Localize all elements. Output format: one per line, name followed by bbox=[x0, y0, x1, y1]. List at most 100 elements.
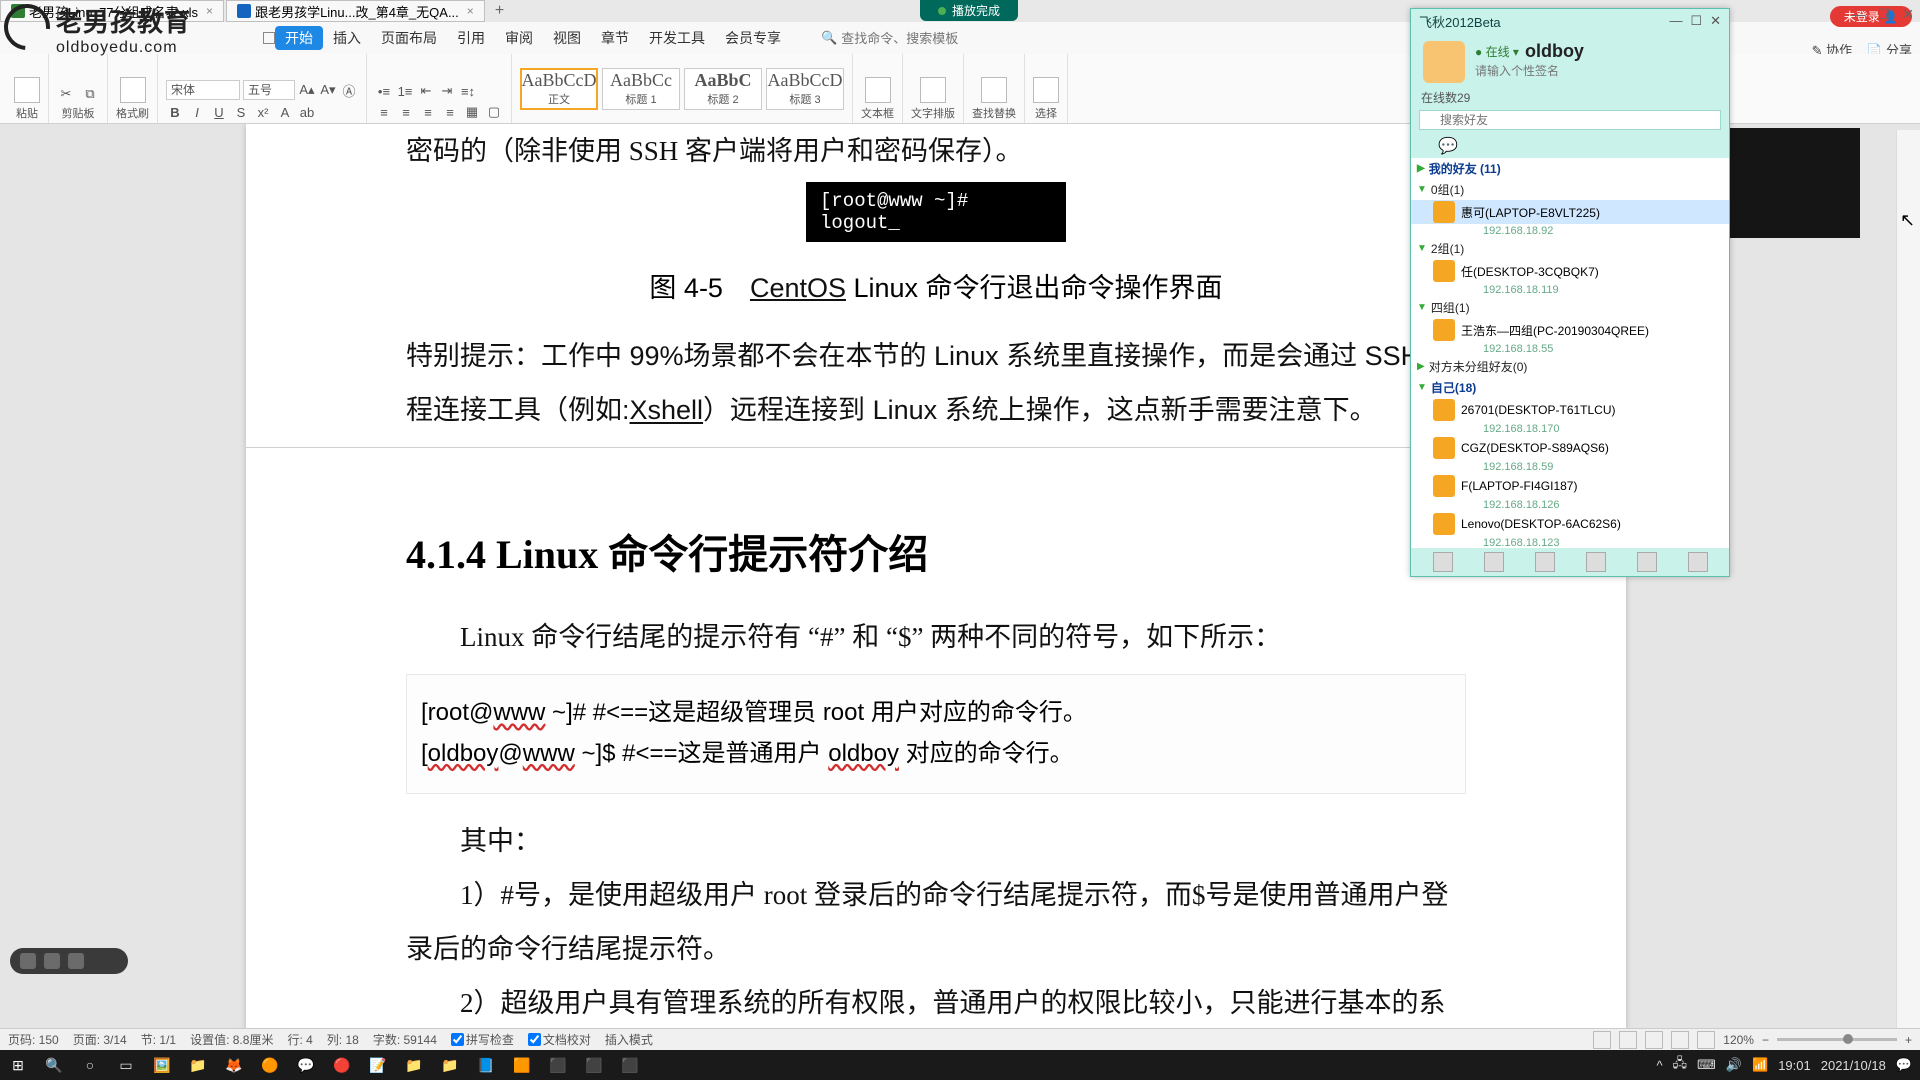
friend-f[interactable]: F(LAPTOP-FI4GI187) bbox=[1411, 474, 1729, 498]
menu-vip[interactable]: 会员专享 bbox=[715, 26, 791, 50]
app-10-icon[interactable]: 📘 bbox=[468, 1050, 504, 1080]
align-center-icon[interactable]: ≡ bbox=[397, 103, 415, 121]
s5-icon[interactable] bbox=[1680, 136, 1702, 154]
select-group[interactable]: 选择 bbox=[1025, 54, 1068, 123]
justify-icon[interactable]: ≡ bbox=[441, 103, 459, 121]
menu-start[interactable]: 开始 bbox=[275, 26, 323, 50]
xshell-link[interactable]: Xshell bbox=[630, 395, 704, 425]
highlight-button[interactable]: ab bbox=[298, 103, 316, 121]
bb5-icon[interactable] bbox=[1637, 552, 1657, 572]
friend-search-input[interactable] bbox=[1419, 110, 1721, 130]
bb6-icon[interactable] bbox=[1688, 552, 1708, 572]
app-14-icon[interactable]: ⬛ bbox=[612, 1050, 648, 1080]
friend-26701[interactable]: 26701(DESKTOP-T61TLCU) bbox=[1411, 398, 1729, 422]
superscript-button[interactable]: x² bbox=[254, 103, 272, 121]
group-4[interactable]: ▼四组(1) bbox=[1411, 297, 1729, 318]
paste-button[interactable] bbox=[14, 77, 40, 103]
app-6-icon[interactable]: 🔴 bbox=[324, 1050, 360, 1080]
view-mode-4-icon[interactable] bbox=[1671, 1031, 1689, 1049]
minimize-icon[interactable]: — bbox=[1852, 6, 1866, 23]
app-11-icon[interactable]: 🟧 bbox=[504, 1050, 540, 1080]
underline-button[interactable]: U bbox=[210, 103, 228, 121]
system-tray[interactable]: ^ 🖧 ⌨ 🔊 📶 19:01 2021/10/18 💬 bbox=[1656, 1054, 1920, 1076]
tray-net-icon[interactable]: 🖧 bbox=[1673, 1054, 1688, 1076]
bb1-icon[interactable] bbox=[1433, 552, 1453, 572]
menu-review[interactable]: 审阅 bbox=[495, 26, 543, 50]
copy-icon[interactable]: ⧉ bbox=[81, 85, 99, 103]
zoom-value[interactable]: 120% bbox=[1723, 1033, 1754, 1047]
close-icon[interactable]: ✕ bbox=[1902, 6, 1914, 23]
doc-fix[interactable]: 文档校对 bbox=[528, 1031, 591, 1048]
zoom-in-icon[interactable]: + bbox=[1905, 1033, 1912, 1047]
style-h1[interactable]: AaBbCc标题 1 bbox=[602, 68, 680, 110]
textbox-group[interactable]: 文本框 bbox=[853, 54, 903, 123]
clear-format-icon[interactable]: Ⓐ bbox=[340, 81, 358, 99]
shrink-font-icon[interactable]: A▾ bbox=[319, 81, 337, 99]
taskbar[interactable]: ⊞ 🔍 ○ ▭ 🖼️ 📁 🦊 🟠 💬 🔴 📝 📁 📁 📘 🟧 ⬛ ⬛ ⬛ ^ 🖧… bbox=[0, 1050, 1920, 1080]
tray-up-icon[interactable]: ^ bbox=[1656, 1058, 1662, 1073]
close-icon[interactable]: × bbox=[467, 4, 474, 18]
signature-input[interactable]: 请输入个性签名 bbox=[1475, 62, 1584, 79]
new-tab-button[interactable]: + bbox=[487, 0, 512, 22]
start-button[interactable]: ⊞ bbox=[0, 1050, 36, 1080]
app-13-icon[interactable]: ⬛ bbox=[576, 1050, 612, 1080]
view-mode-1-icon[interactable] bbox=[1593, 1031, 1611, 1049]
style-h3[interactable]: AaBbCcD标题 3 bbox=[766, 68, 844, 110]
app-3-icon[interactable]: 🦊 bbox=[216, 1050, 252, 1080]
feiqiu-titlebar[interactable]: 飞秋2012Beta —☐✕ bbox=[1411, 9, 1729, 33]
numbering-icon[interactable]: 1≡ bbox=[396, 82, 414, 100]
friend-cgz[interactable]: CGZ(DESKTOP-S89AQS6) bbox=[1411, 436, 1729, 460]
max-icon[interactable]: ☐ bbox=[1690, 13, 1702, 28]
side-panel-strip[interactable] bbox=[1896, 130, 1920, 1028]
notification-icon[interactable]: 💬 bbox=[1896, 1057, 1912, 1073]
cut-icon[interactable]: ✂ bbox=[57, 85, 75, 103]
spell-check[interactable]: 拼写检查 bbox=[451, 1031, 514, 1048]
align-left-icon[interactable]: ≡ bbox=[375, 103, 393, 121]
zoom-out-icon[interactable]: − bbox=[1762, 1033, 1769, 1047]
app-9-icon[interactable]: 📁 bbox=[432, 1050, 468, 1080]
online-status[interactable]: ● 在线 ▾ bbox=[1475, 43, 1519, 60]
tab-word-active[interactable]: 跟老男孩学Linu...改_第4章_无QA...× bbox=[226, 0, 485, 22]
overtype-mode[interactable]: 插入模式 bbox=[605, 1031, 653, 1048]
zoom-thumb[interactable] bbox=[1843, 1034, 1853, 1044]
font-name-combo[interactable]: 宋体 bbox=[166, 80, 240, 100]
style-h2[interactable]: AaBbC标题 2 bbox=[684, 68, 762, 110]
menu-view[interactable]: 视图 bbox=[543, 26, 591, 50]
status-page[interactable]: 页码: 150 bbox=[8, 1031, 59, 1048]
search-input[interactable] bbox=[841, 31, 961, 46]
bb3-icon[interactable] bbox=[1535, 552, 1555, 572]
view-mode-5-icon[interactable] bbox=[1697, 1031, 1715, 1049]
group-2[interactable]: ▼2组(1) bbox=[1411, 238, 1729, 259]
group-unsorted[interactable]: ▶对方未分组好友(0) bbox=[1411, 356, 1729, 377]
search-taskbar-icon[interactable]: 🔍 bbox=[36, 1050, 72, 1080]
bullets-icon[interactable]: •≡ bbox=[375, 82, 393, 100]
friend-list[interactable]: ▶我的好友 (11) ▼0组(1) 惠可(LAPTOP-E8VLT225) 19… bbox=[1411, 158, 1729, 548]
app-7-icon[interactable]: 📝 bbox=[360, 1050, 396, 1080]
bold-button[interactable]: B bbox=[166, 103, 184, 121]
find-group[interactable]: 查找替换 bbox=[964, 54, 1025, 123]
friend-lenovo[interactable]: Lenovo(DESKTOP-6AC62S6) bbox=[1411, 512, 1729, 536]
tray-time[interactable]: 19:01 bbox=[1778, 1058, 1811, 1073]
friend-wanghaodong[interactable]: 王浩东—四组(PC-20190304QREE) bbox=[1411, 318, 1729, 342]
tray-date[interactable]: 2021/10/18 bbox=[1821, 1058, 1886, 1073]
username[interactable]: ● 在线 ▾oldboy bbox=[1475, 41, 1584, 62]
msg-icon[interactable]: 💬 bbox=[1438, 136, 1460, 154]
app-12-icon[interactable]: ⬛ bbox=[540, 1050, 576, 1080]
s3-icon[interactable] bbox=[1559, 136, 1581, 154]
fontcolor-button[interactable]: A bbox=[276, 103, 294, 121]
view-mode-3-icon[interactable] bbox=[1645, 1031, 1663, 1049]
app-1-icon[interactable]: 🖼️ bbox=[144, 1050, 180, 1080]
italic-button[interactable]: I bbox=[188, 103, 206, 121]
maximize-icon[interactable]: ☐ bbox=[1878, 6, 1891, 23]
layout-group[interactable]: 文字排版 bbox=[903, 54, 964, 123]
bb4-icon[interactable] bbox=[1586, 552, 1606, 572]
menu-chapter[interactable]: 章节 bbox=[591, 26, 639, 50]
close-icon[interactable]: ✕ bbox=[1710, 13, 1721, 28]
group-myfriends[interactable]: ▶我的好友 (11) bbox=[1411, 158, 1729, 179]
app-8-icon[interactable]: 📁 bbox=[396, 1050, 432, 1080]
fmtpaint-icon[interactable] bbox=[120, 77, 146, 103]
cortana-icon[interactable]: ○ bbox=[72, 1050, 108, 1080]
s2-icon[interactable] bbox=[1499, 136, 1521, 154]
floating-toolbar[interactable] bbox=[10, 948, 128, 974]
status-col[interactable]: 列: 18 bbox=[327, 1031, 359, 1048]
